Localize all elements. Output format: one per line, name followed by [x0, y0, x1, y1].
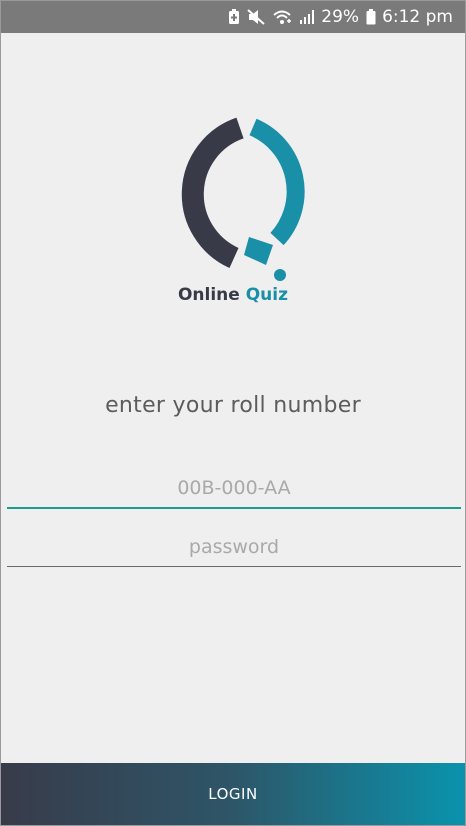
logo-accent-tail — [244, 237, 273, 265]
login-button[interactable]: LOGIN — [1, 763, 465, 825]
mute-icon — [247, 9, 265, 25]
battery-percent: 29% — [321, 7, 360, 27]
app-name-quiz: Quiz — [245, 285, 289, 305]
status-bar: 29% 6:12 pm — [1, 1, 465, 33]
signal-icon — [299, 9, 315, 25]
battery-icon — [366, 9, 376, 25]
app-name-online: Online — [177, 285, 240, 305]
clock: 6:12 pm — [382, 7, 453, 27]
wifi-icon — [272, 9, 292, 25]
roll-number-prompt: enter your roll number — [105, 393, 361, 418]
logo-accent-arc — [249, 118, 305, 246]
battery-saver-icon — [228, 9, 240, 25]
app-name: Online Quiz — [1, 285, 465, 305]
logo-accent-dot — [274, 269, 286, 281]
online-quiz-logo — [181, 117, 305, 281]
roll-number-input[interactable] — [7, 469, 461, 509]
app-screen: 29% 6:12 pm Online Quiz enter your roll … — [0, 0, 466, 826]
password-input[interactable] — [7, 527, 461, 567]
logo-dark-arc — [181, 117, 244, 269]
